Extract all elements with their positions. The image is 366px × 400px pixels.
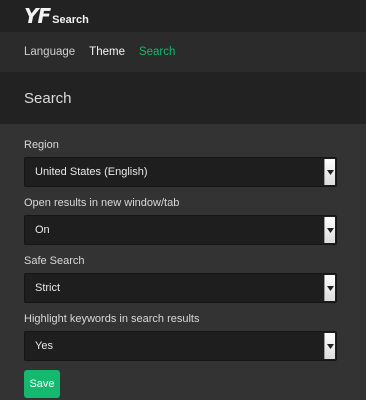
top-bar: YF Search <box>0 0 366 32</box>
settings-nav: Language Theme Search <box>0 32 366 72</box>
save-button[interactable]: Save <box>24 370 60 398</box>
new-window-select-value: On <box>35 224 50 236</box>
nav-theme-link[interactable]: Theme <box>89 46 125 58</box>
logo[interactable]: YF Search <box>24 6 89 26</box>
region-field: Region United States (English) <box>24 138 337 187</box>
chevron-down-icon[interactable] <box>324 333 335 359</box>
highlight-select-value: Yes <box>35 340 53 352</box>
chevron-down-icon[interactable] <box>324 159 335 185</box>
safe-search-label: Safe Search <box>24 255 85 267</box>
page-title: Search <box>24 89 72 107</box>
new-window-field: Open results in new window/tab On <box>24 196 337 245</box>
region-select-value: United States (English) <box>35 166 148 178</box>
highlight-select[interactable]: Yes <box>24 331 337 361</box>
region-label: Region <box>24 139 59 151</box>
safe-search-select[interactable]: Strict <box>24 273 337 303</box>
page-header: Search <box>0 72 366 124</box>
highlight-label: Highlight keywords in search results <box>24 313 200 325</box>
nav-language-link[interactable]: Language <box>24 46 75 58</box>
highlight-field: Highlight keywords in search results Yes <box>24 312 337 361</box>
new-window-select[interactable]: On <box>24 215 337 245</box>
logo-word: Search <box>52 14 89 26</box>
chevron-down-icon[interactable] <box>324 217 335 243</box>
safe-search-select-value: Strict <box>35 282 61 294</box>
new-window-label: Open results in new window/tab <box>24 197 180 209</box>
safe-search-field: Safe Search Strict <box>24 254 337 303</box>
search-settings-form: Region United States (English) Open resu… <box>0 124 366 398</box>
region-select[interactable]: United States (English) <box>24 157 337 187</box>
logo-mark: YF <box>24 4 51 28</box>
nav-search-link[interactable]: Search <box>139 46 175 58</box>
chevron-down-icon[interactable] <box>324 275 335 301</box>
